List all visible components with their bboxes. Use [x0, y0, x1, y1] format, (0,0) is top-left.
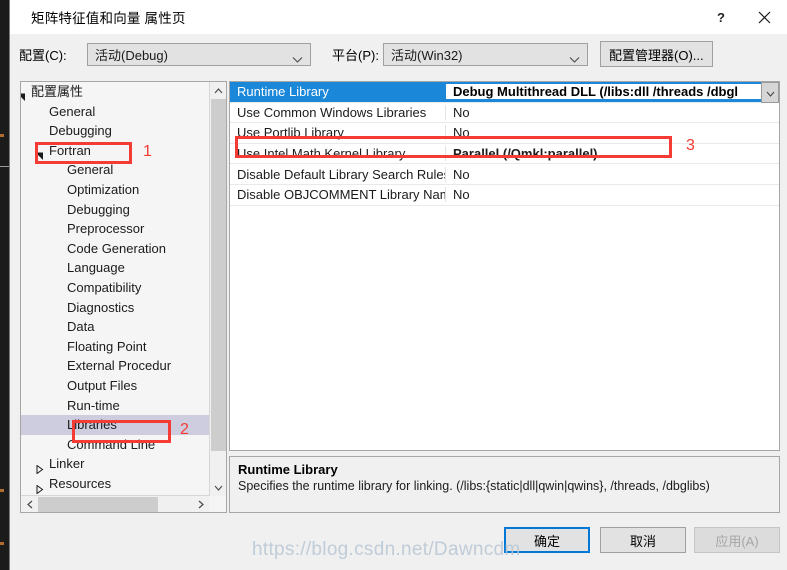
property-value[interactable]: No — [446, 167, 779, 182]
chevron-down-icon — [292, 51, 303, 63]
description-body: Specifies the runtime library for linkin… — [238, 479, 710, 493]
tree-item-label: Optimization — [67, 181, 140, 197]
tree-item-label: Debugging — [49, 123, 112, 139]
tree-item-debugging[interactable]: Debugging — [21, 121, 209, 141]
tree-item-preprocessor[interactable]: Preprocessor — [21, 219, 209, 239]
annotation-number-1: 1 — [143, 143, 152, 160]
tree-item-diagnostics[interactable]: Diagnostics — [21, 298, 209, 318]
tree-item-linker[interactable]: Linker — [21, 454, 209, 475]
tree-item-run-time[interactable]: Run-time — [21, 396, 209, 416]
property-name: Disable Default Library Search Rules — [230, 166, 446, 182]
question-mark-icon: ? — [717, 9, 725, 25]
tree-item-label: Resources — [49, 475, 112, 491]
tree-item-label: Diagnostics — [67, 299, 135, 315]
tree-item-label: Debugging — [67, 201, 130, 217]
tree-item-compatibility[interactable]: Compatibility — [21, 278, 209, 298]
dialog-title: 矩阵特征值和向量 属性页 — [31, 11, 186, 26]
tree-item-label: General — [49, 103, 96, 119]
value-dropdown-button[interactable] — [761, 82, 779, 103]
tree-item-data[interactable]: Data — [21, 317, 209, 337]
scroll-right-button[interactable] — [192, 496, 209, 512]
help-button[interactable]: ? — [701, 0, 741, 34]
tree-item-label: Floating Point — [67, 338, 147, 354]
property-name: Disable OBJCOMMENT Library Nam — [230, 187, 446, 203]
tree-item-label: Compatibility — [67, 279, 142, 295]
tree-vertical-scroll-thumb[interactable] — [211, 99, 226, 451]
tree-item-label: Language — [67, 260, 125, 276]
property-pages-dialog: 矩阵特征值和向量 属性页 ? 配置(C): 活动(Debug) 平台(P): 活… — [9, 0, 787, 570]
tree-item-label: Linker — [49, 456, 85, 472]
tree-item-[interactable]: 配置属性 — [21, 82, 209, 102]
tree-horizontal-scroll-thumb[interactable] — [38, 497, 158, 512]
annotation-box-libraries — [72, 420, 171, 443]
annotation-box-mkl-row — [235, 136, 672, 158]
chevron-down-icon — [569, 51, 580, 63]
tree-item-label: Run-time — [67, 397, 120, 413]
tree-item-optimization[interactable]: Optimization — [21, 180, 209, 200]
property-name: Use Common Windows Libraries — [230, 104, 446, 120]
description-panel: Runtime Library Specifies the runtime li… — [229, 456, 780, 513]
tree-horizontal-scrollbar[interactable] — [21, 495, 209, 512]
ok-button[interactable]: 确定 — [504, 527, 590, 553]
tree-item-resources[interactable]: Resources — [21, 474, 209, 494]
annotation-box-fortran — [35, 142, 132, 164]
configuration-value: 活动(Debug) — [95, 47, 168, 63]
tree-item-general[interactable]: General — [21, 102, 209, 122]
tree-item-label: Code Generation — [67, 240, 167, 256]
property-row[interactable]: Runtime Library Debug Multithread DLL (/l… — [230, 82, 779, 103]
configuration-label: 配置(C): — [19, 47, 67, 63]
property-row[interactable]: Use Common Windows Libraries No — [230, 102, 779, 124]
property-row[interactable]: Disable OBJCOMMENT Library Nam No — [230, 184, 779, 206]
close-icon — [758, 11, 771, 24]
tree-item-label: Data — [67, 319, 95, 335]
tree-item-external-procedur[interactable]: External Procedur — [21, 356, 209, 376]
tree-item-label: Preprocessor — [67, 221, 145, 237]
platform-label: 平台(P): — [332, 47, 379, 63]
configuration-manager-button[interactable]: 配置管理器(O)... — [600, 41, 713, 67]
title-bar: 矩阵特征值和向量 属性页 ? — [10, 0, 787, 34]
tree-vertical-scrollbar[interactable] — [209, 82, 226, 496]
scroll-up-button[interactable] — [210, 82, 226, 99]
background-editor-strip — [0, 0, 9, 570]
scroll-left-button[interactable] — [21, 496, 38, 512]
annotation-number-2: 2 — [180, 421, 189, 438]
tree-item-language[interactable]: Language — [21, 258, 209, 278]
configuration-bar: 配置(C): 活动(Debug) 平台(P): 活动(Win32) 配置管理器(… — [10, 34, 787, 74]
close-button[interactable] — [741, 0, 787, 34]
window-controls: ? — [701, 0, 787, 34]
property-value[interactable]: No — [446, 187, 779, 202]
scroll-down-button[interactable] — [210, 479, 226, 496]
property-row[interactable]: Disable Default Library Search Rules No — [230, 164, 779, 185]
tree-item-label: External Procedur — [67, 358, 172, 374]
tree-item-output-files[interactable]: Output Files — [21, 376, 209, 396]
annotation-number-3: 3 — [686, 137, 695, 154]
tree-item-label: 配置属性 — [31, 84, 84, 99]
dialog-button-bar: 确定 取消 应用(A) — [10, 518, 787, 570]
tree-item-label: Output Files — [67, 377, 138, 393]
platform-value: 活动(Win32) — [391, 47, 463, 63]
screen: 矩阵特征值和向量 属性页 ? 配置(C): 活动(Debug) 平台(P): 活… — [0, 0, 787, 570]
property-value[interactable]: Debug Multithread DLL (/libs:dll /thread… — [446, 84, 779, 100]
tree-item-debugging[interactable]: Debugging — [21, 200, 209, 220]
chevron-down-icon — [766, 85, 775, 100]
description-title: Runtime Library — [238, 462, 338, 477]
platform-combobox[interactable]: 活动(Win32) — [383, 42, 588, 66]
property-name: Runtime Library — [230, 84, 446, 100]
cancel-button[interactable]: 取消 — [600, 527, 686, 553]
configuration-combobox[interactable]: 活动(Debug) — [87, 42, 311, 66]
property-value[interactable]: No — [446, 105, 779, 120]
tree-item-floating-point[interactable]: Floating Point — [21, 337, 209, 357]
tree-item-code-generation[interactable]: Code Generation — [21, 239, 209, 259]
apply-button: 应用(A) — [694, 527, 780, 553]
